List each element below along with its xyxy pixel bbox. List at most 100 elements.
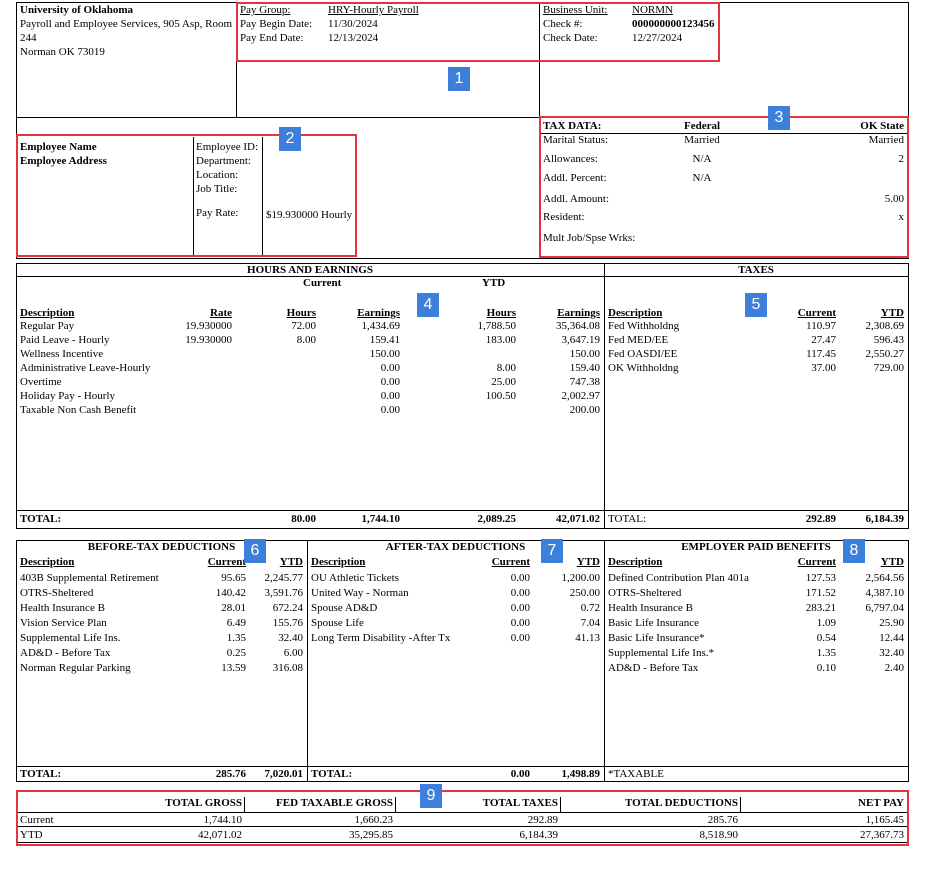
earnings-row-description: Paid Leave - Hourly <box>20 334 110 346</box>
employer-row-description: Defined Contribution Plan 401a <box>608 572 749 584</box>
before-tax-total-label: TOTAL: <box>20 768 62 780</box>
after-tax-row-current: 0.00 <box>510 602 530 614</box>
employer-current-header: Current <box>797 556 836 568</box>
taxes-row-current: 117.45 <box>806 348 836 360</box>
before-tax-total-current: 285.76 <box>215 768 246 780</box>
earnings-row-ytd-amount: 159.40 <box>569 362 600 374</box>
earnings-row-amount: 159.41 <box>369 334 400 346</box>
earnings-row-amount: 150.00 <box>369 348 400 360</box>
employer-row-current: 127.53 <box>805 572 836 584</box>
after-tax-row-current: 0.00 <box>510 587 530 599</box>
after-tax-row-current: 0.00 <box>510 632 530 644</box>
after-tax-total-label: TOTAL: <box>311 768 353 780</box>
employer-row-current: 171.52 <box>805 587 836 599</box>
after-tax-row-current: 0.00 <box>510 617 530 629</box>
after-tax-row-ytd: 0.72 <box>580 602 600 614</box>
earnings-row-amount: 0.00 <box>380 404 400 416</box>
employer-row-current: 0.10 <box>816 662 836 674</box>
earnings-ytd-amount-header: Earnings <box>557 307 600 319</box>
earnings-hours-header: Hours <box>286 307 316 319</box>
employer-row-current: 1.09 <box>816 617 836 629</box>
earnings-row-ytd-hours: 8.00 <box>496 362 516 374</box>
before-tax-desc-header: Description <box>20 556 75 568</box>
before-tax-total-ytd: 7,020.01 <box>264 768 304 780</box>
taxes-row-description: Fed Withholdng <box>608 320 680 332</box>
employer-row-description: Health Insurance B <box>608 602 693 614</box>
after-tax-row-description: Long Term Disability -After Tx <box>311 632 451 644</box>
before-tax-row-current: 140.42 <box>215 587 246 599</box>
before-tax-row-description: Vision Service Plan <box>20 617 107 629</box>
before-tax-current-header: Current <box>207 556 246 568</box>
taxes-row-ytd: 2,550.27 <box>865 348 905 360</box>
callout-badge: 7 <box>541 539 563 563</box>
before-tax-row-current: 1.35 <box>226 632 246 644</box>
after-tax-row-ytd: 250.00 <box>569 587 600 599</box>
after-tax-current-header: Current <box>491 556 530 568</box>
org-name: University of Oklahoma <box>20 4 134 16</box>
taxes-row-description: Fed MED/EE <box>608 334 669 346</box>
earnings-row-description: Wellness Incentive <box>20 348 104 360</box>
before-tax-row-description: Supplemental Life Ins. <box>20 632 121 644</box>
before-tax-row-current: 0.25 <box>226 647 246 659</box>
before-tax-row-description: Norman Regular Parking <box>20 662 131 674</box>
earnings-row-description: Holiday Pay - Hourly <box>20 390 116 402</box>
before-tax-row-description: OTRS-Sheltered <box>20 587 94 599</box>
before-tax-row-ytd: 2,245.77 <box>264 572 304 584</box>
callout-badge: 2 <box>279 127 301 151</box>
earnings-rate-header: Rate <box>210 307 232 319</box>
earnings-row-description: Taxable Non Cash Benefit <box>20 404 137 416</box>
before-tax-row-ytd: 155.76 <box>272 617 303 629</box>
earnings-total-ytd-hours: 2,089.25 <box>477 513 517 525</box>
earnings-row-ytd-amount: 150.00 <box>569 348 600 360</box>
taxes-row-description: OK Withholdng <box>608 362 679 374</box>
callout-badge: 1 <box>448 67 470 91</box>
earnings-current-header: Current <box>303 277 342 289</box>
employer-row-ytd: 6,797.04 <box>865 602 905 614</box>
callout-badge: 5 <box>745 293 767 317</box>
before-tax-row-ytd: 6.00 <box>283 647 303 659</box>
taxes-total-ytd: 6,184.39 <box>865 513 905 525</box>
callout-badge: 6 <box>244 539 266 563</box>
employer-row-ytd: 2.40 <box>884 662 904 674</box>
taxes-row-current: 27.47 <box>811 334 836 346</box>
after-tax-row-description: Spouse AD&D <box>311 602 378 614</box>
earnings-row-hours: 72.00 <box>291 320 316 332</box>
before-tax-row-ytd: 316.08 <box>272 662 303 674</box>
employer-row-ytd: 25.90 <box>879 617 904 629</box>
earnings-row-rate: 19.930000 <box>185 320 232 332</box>
employer-row-ytd: 12.44 <box>879 632 904 644</box>
taxable-note: *TAXABLE <box>608 768 664 780</box>
employer-row-ytd: 2,564.56 <box>865 572 905 584</box>
after-tax-row-description: Spouse Life <box>311 617 364 629</box>
highlight-box-employee <box>16 134 357 257</box>
employer-row-ytd: 4,387.10 <box>865 587 905 599</box>
after-tax-total-ytd: 1,498.89 <box>561 768 601 780</box>
org-address-line: Norman OK 73019 <box>20 46 105 58</box>
earnings-total-hours: 80.00 <box>291 513 316 525</box>
org-address-line: Payroll and Employee Services, 905 Asp, … <box>20 18 233 30</box>
after-tax-row-current: 0.00 <box>510 572 530 584</box>
callout-badge: 9 <box>420 784 442 808</box>
before-tax-row-ytd: 3,591.76 <box>264 587 304 599</box>
earnings-row-hours: 8.00 <box>296 334 316 346</box>
before-tax-row-current: 28.01 <box>221 602 246 614</box>
taxes-desc-header: Description <box>608 307 663 319</box>
earnings-row-ytd-amount: 35,364.08 <box>556 320 600 332</box>
before-tax-row-current: 13.59 <box>221 662 246 674</box>
highlight-box-tax-data <box>539 116 909 258</box>
before-tax-row-ytd: 32.40 <box>278 632 303 644</box>
earnings-row-ytd-hours: 100.50 <box>485 390 516 402</box>
after-tax-row-description: United Way - Norman <box>311 587 409 599</box>
taxes-total-label: TOTAL: <box>608 513 647 525</box>
before-tax-row-description: 403B Supplemental Retirement <box>20 572 159 584</box>
earnings-total-ytd-amount: 42,071.02 <box>556 513 600 525</box>
before-tax-row-description: AD&D - Before Tax <box>20 647 111 659</box>
earnings-row-ytd-amount: 2,002.97 <box>561 390 601 402</box>
earnings-amount-header: Earnings <box>357 307 400 319</box>
earnings-row-amount: 0.00 <box>380 390 400 402</box>
earnings-desc-header: Description <box>20 307 75 319</box>
before-tax-row-current: 6.49 <box>226 617 246 629</box>
employer-row-ytd: 32.40 <box>879 647 904 659</box>
earnings-row-ytd-amount: 747.38 <box>569 376 600 388</box>
earnings-row-ytd-hours: 25.00 <box>491 376 516 388</box>
